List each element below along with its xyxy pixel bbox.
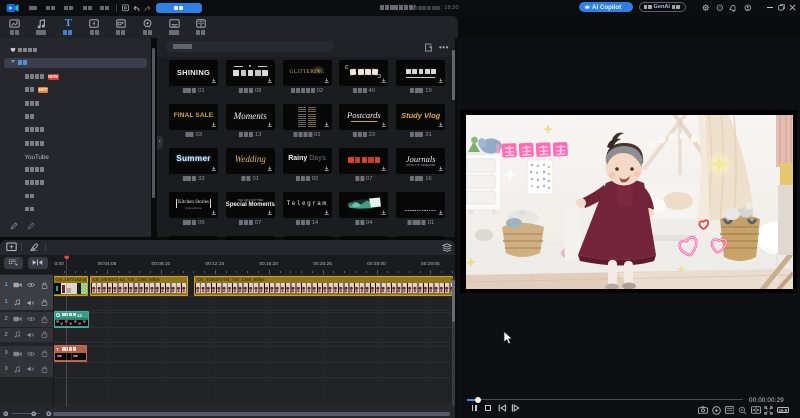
svg-text:?: ? — [718, 5, 721, 10]
